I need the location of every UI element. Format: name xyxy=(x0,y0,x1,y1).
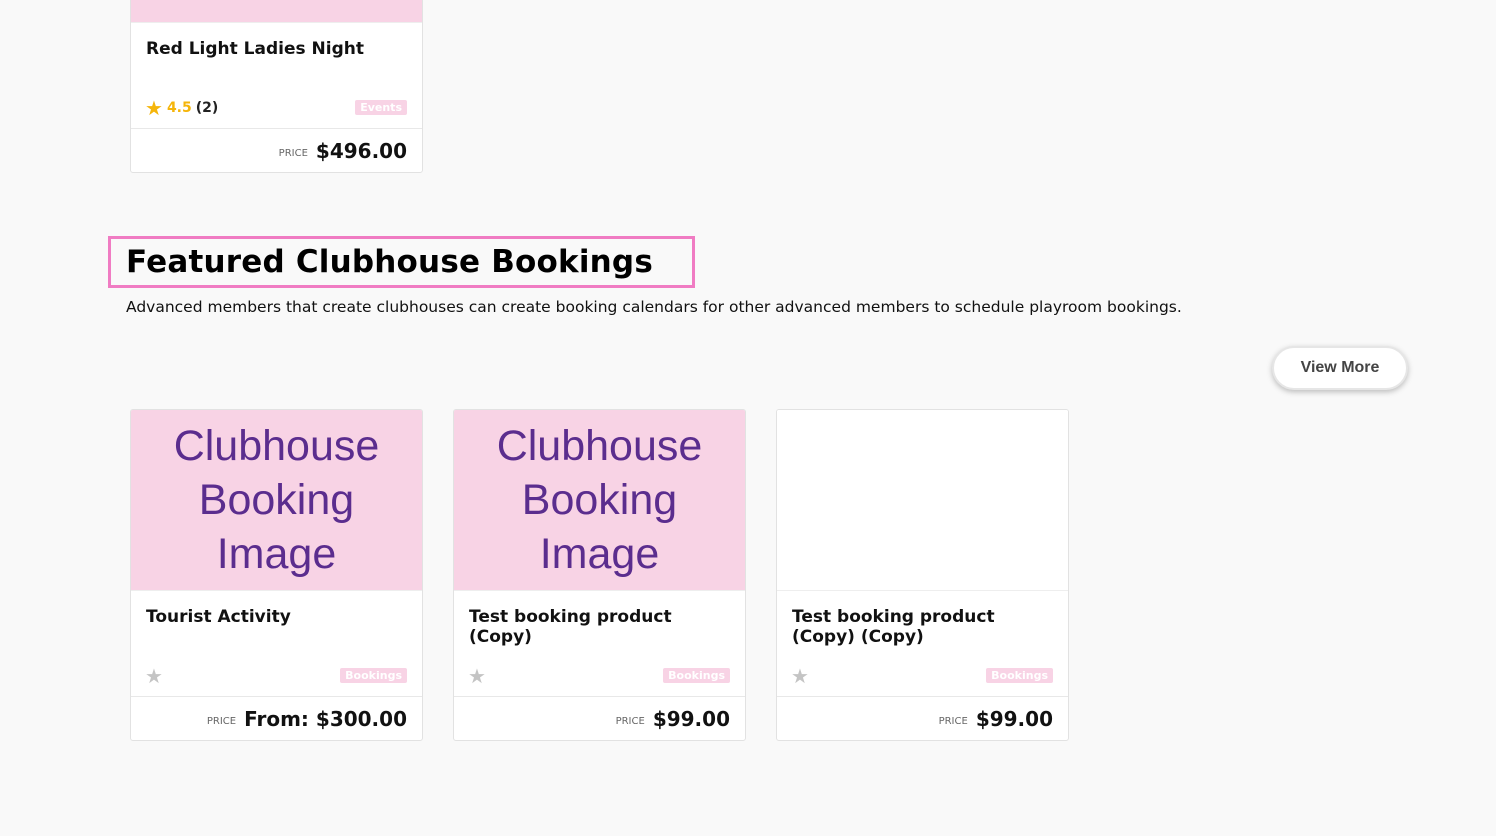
card-image[interactable] xyxy=(777,410,1068,591)
star-filled-icon: ★ xyxy=(145,96,163,120)
card-body: Test booking product (Copy) ★ Bookings xyxy=(454,591,745,696)
card-body: Test booking product (Copy) (Copy) ★ Boo… xyxy=(777,591,1068,696)
star-empty-icon: ★ xyxy=(468,664,486,688)
product-card[interactable]: Clubhouse Booking Image Test booking pro… xyxy=(453,409,746,741)
price-value: $496.00 xyxy=(315,138,407,163)
card-footer: PRICE $496.00 xyxy=(131,128,422,172)
star-empty-icon: ★ xyxy=(791,664,809,688)
rating: ★ xyxy=(145,666,163,686)
price-label: PRICE xyxy=(615,716,645,727)
card-image[interactable]: Clubhouse Booking Image xyxy=(454,410,745,591)
category-badge[interactable]: Events xyxy=(355,100,407,115)
price-value: From: $300.00 xyxy=(244,706,407,731)
placeholder-image-text: Clubhouse Booking Image xyxy=(496,422,703,578)
card-body: Tourist Activity ★ Bookings xyxy=(131,591,422,696)
rating: ★ 4.5 (2) xyxy=(145,98,218,118)
card-image[interactable] xyxy=(131,0,422,23)
page: Red Light Ladies Night ★ 4.5 (2) Events … xyxy=(0,0,1496,836)
section-description: Advanced members that create clubhouses … xyxy=(126,298,1182,316)
product-card-red-light[interactable]: Red Light Ladies Night ★ 4.5 (2) Events … xyxy=(130,0,423,173)
price-label: PRICE xyxy=(206,716,237,727)
card-title[interactable]: Tourist Activity xyxy=(146,607,407,627)
card-title[interactable]: Red Light Ladies Night xyxy=(146,39,407,59)
card-title[interactable]: Test booking product (Copy) (Copy) xyxy=(792,607,1053,647)
price-label: PRICE xyxy=(938,716,968,727)
card-body: Red Light Ladies Night ★ 4.5 (2) Events xyxy=(131,23,422,128)
card-footer: PRICE From: $300.00 xyxy=(131,696,422,740)
category-badge[interactable]: Bookings xyxy=(986,668,1053,683)
price-label: PRICE xyxy=(278,148,308,159)
card-footer: PRICE $99.00 xyxy=(777,696,1068,740)
section-title: Featured Clubhouse Bookings xyxy=(126,244,653,280)
price-value: $99.00 xyxy=(652,706,730,731)
product-card[interactable]: Test booking product (Copy) (Copy) ★ Boo… xyxy=(776,409,1069,741)
rating-value: 4.5 xyxy=(166,100,192,116)
star-empty-icon: ★ xyxy=(145,664,163,688)
category-badge[interactable]: Bookings xyxy=(663,668,730,683)
card-image[interactable]: Clubhouse Booking Image xyxy=(131,410,422,591)
placeholder-image-text: Clubhouse Booking Image xyxy=(173,422,380,578)
rating-count: (2) xyxy=(195,100,219,116)
view-more-button[interactable]: View More xyxy=(1272,346,1408,390)
product-card[interactable]: Clubhouse Booking Image Tourist Activity… xyxy=(130,409,423,741)
card-footer: PRICE $99.00 xyxy=(454,696,745,740)
rating: ★ xyxy=(468,666,486,686)
price-value: $99.00 xyxy=(975,706,1053,731)
card-title[interactable]: Test booking product (Copy) xyxy=(469,607,730,647)
category-badge[interactable]: Bookings xyxy=(340,668,407,683)
rating: ★ xyxy=(791,666,809,686)
